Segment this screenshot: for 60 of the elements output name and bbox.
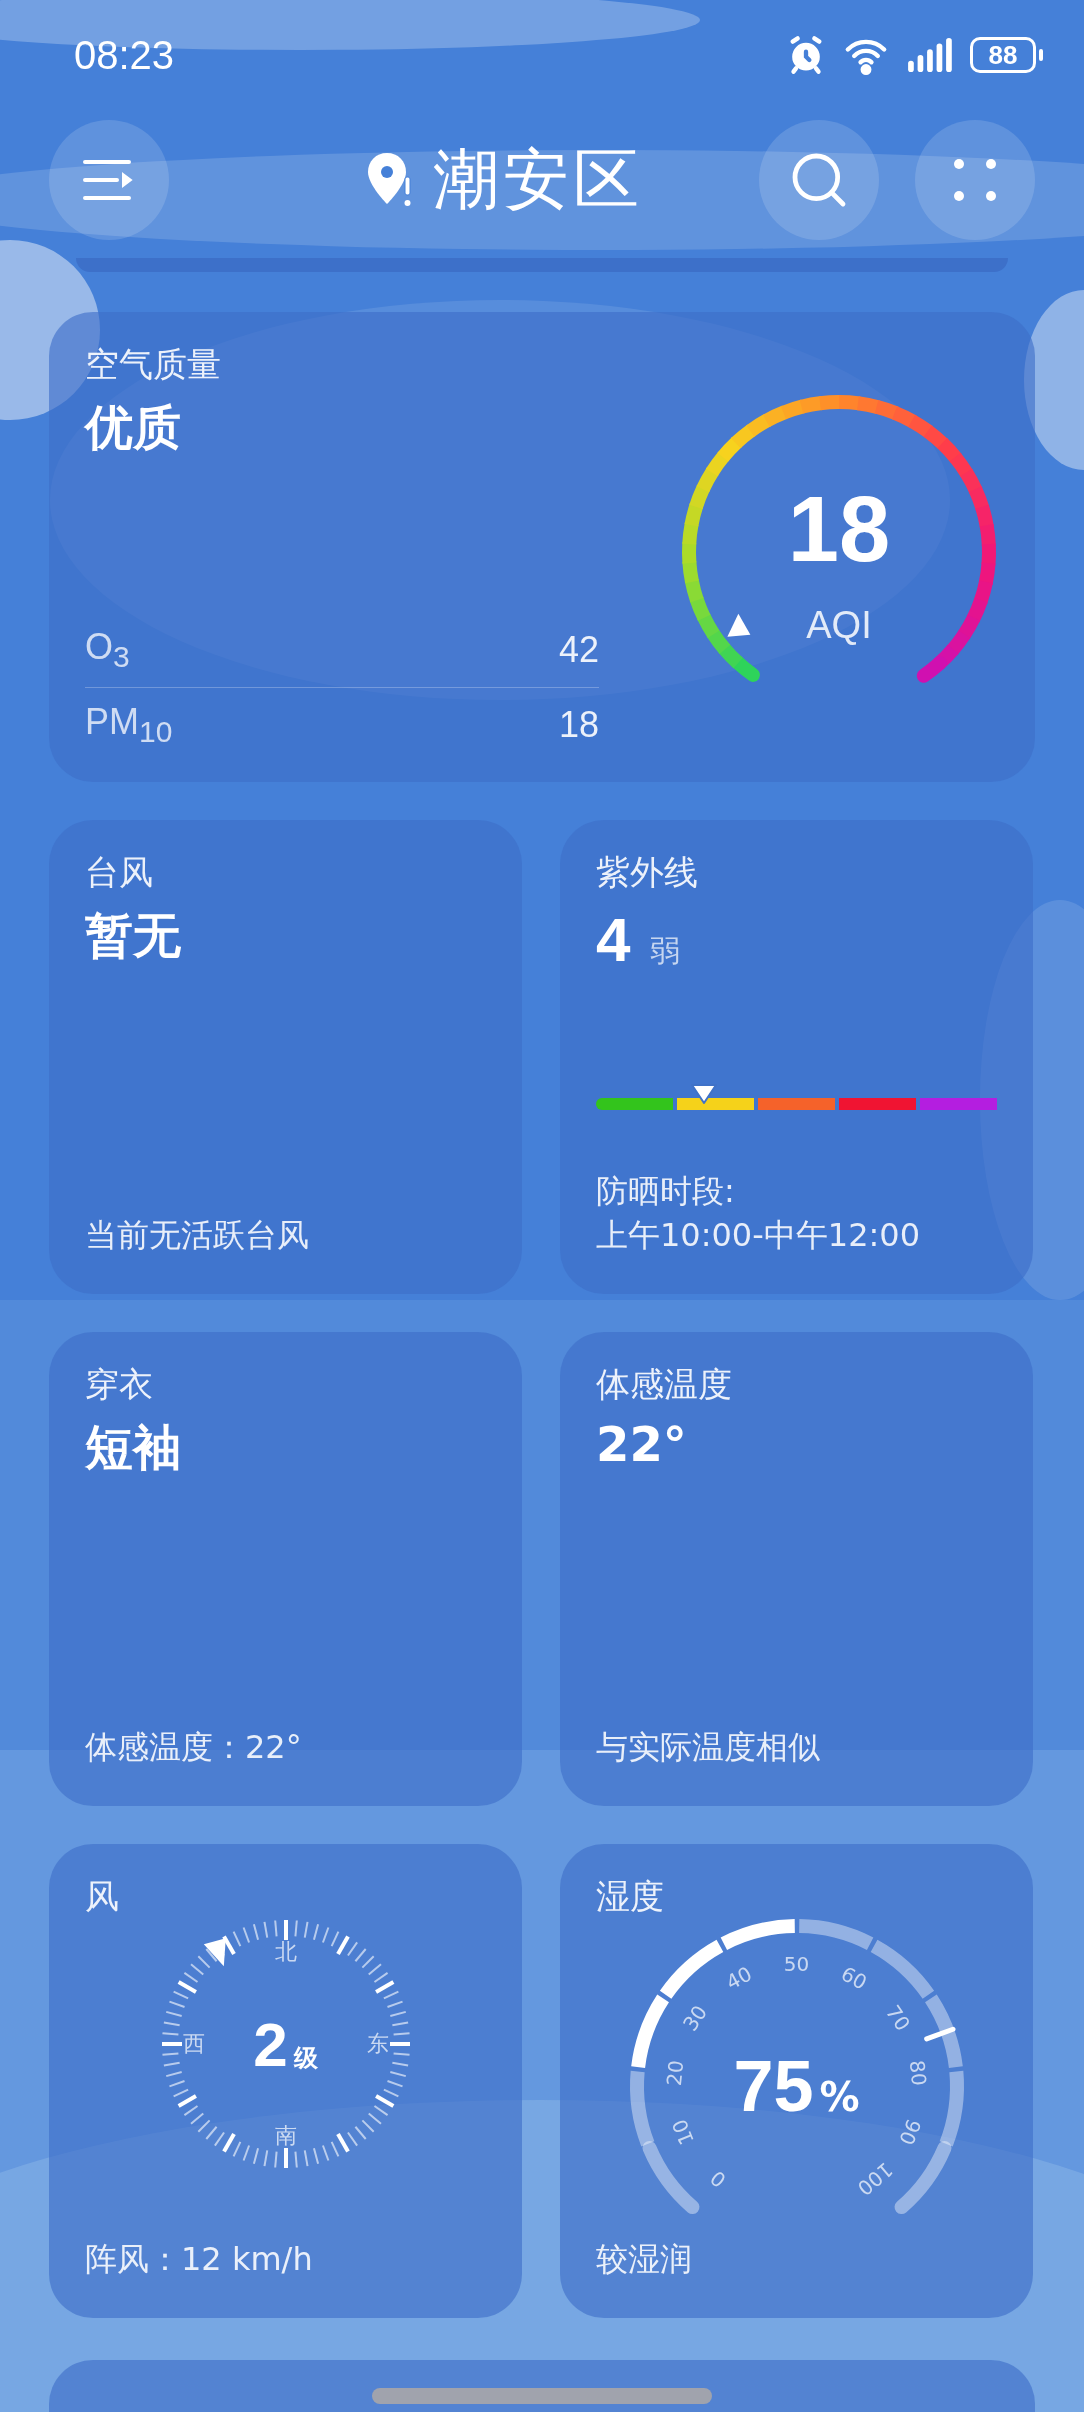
humidity-scale-label: 10 — [667, 2115, 700, 2148]
card-note: 体感温度：22° — [85, 1727, 303, 1768]
card-note: 较湿润 — [596, 2239, 693, 2280]
air-quality-rating: 优质 — [85, 398, 182, 457]
weather-card[interactable]: 台风 暂无 当前无活跃台风 — [49, 820, 522, 1294]
wind-unit: 级 — [293, 2042, 318, 2074]
dots-icon — [953, 158, 997, 202]
pollutant-value: 42 — [558, 629, 599, 671]
card-title: 湿度 — [596, 1875, 665, 1918]
aqi-marker — [727, 613, 751, 637]
humidity-scale-label: 40 — [722, 1961, 757, 1995]
card-title: 风 — [85, 1875, 120, 1918]
humidity-value: 75 — [733, 2045, 814, 2127]
battery-level: 88 — [970, 35, 1044, 75]
card-title: 体感温度 — [596, 1363, 733, 1406]
weather-card[interactable]: 体感温度 22° 与实际温度相似 — [560, 1332, 1033, 1806]
compass-direction: 西 — [182, 2030, 205, 2058]
humidity-card[interactable]: 湿度 0 10 20 30 40 50 60 70 80 90 100 75% 较湿润 — [560, 1844, 1033, 2318]
card-note: 阵风：12 km/h — [85, 2239, 314, 2280]
card-title: 台风 — [85, 851, 154, 894]
humidity-scale-label: 90 — [893, 2115, 926, 2148]
humidity-scale-label: 100 — [852, 2158, 898, 2201]
pollutant-name: PM$_{10}$ — [85, 700, 173, 750]
status-time: 08:23 — [74, 32, 175, 78]
humidity-scale-label: 30 — [678, 2000, 713, 2036]
humidity-scale-label: 60 — [836, 1961, 871, 1995]
pollutant-name: O$_{3}$ — [85, 625, 130, 675]
humidity-unit: % — [819, 2074, 860, 2120]
card-title: 穿衣 — [85, 1363, 154, 1406]
card-note: 防晒时段: — [596, 1171, 736, 1212]
air-quality-card[interactable]: 空气质量 优质 O$_{3}$ 42 PM$_{10}$ 18 18 AQI — [49, 312, 1035, 782]
humidity-scale-label: 20 — [661, 2059, 689, 2088]
card-title: 空气质量 — [85, 343, 222, 386]
uv-card[interactable]: 紫外线 4 弱 防晒时段: 上午10:00-中午12:00 — [560, 820, 1033, 1294]
location-name: 潮安区 — [433, 140, 643, 220]
card-note: 上午10:00-中午12:00 — [596, 1215, 921, 1256]
compass-direction: 东 — [366, 2030, 389, 2058]
humidity-marker — [923, 2026, 955, 2042]
card-title: 紫外线 — [596, 851, 699, 894]
aqi-value: 18 — [787, 477, 891, 582]
card-value: 暂无 — [85, 906, 182, 965]
weather-card[interactable]: 穿衣 短袖 体感温度：22° — [49, 1332, 522, 1806]
card-note: 与实际温度相似 — [596, 1727, 821, 1768]
wind-card[interactable]: 风 北 东 南 西 2 级 阵风：12 km/h — [49, 1844, 522, 2318]
card-value: 22° — [596, 1416, 688, 1472]
card-note: 当前无活跃台风 — [85, 1215, 310, 1256]
compass-direction: 北 — [274, 1938, 297, 1966]
pollutant-value: 18 — [558, 704, 599, 746]
aqi-label: AQI — [806, 604, 872, 647]
compass-direction: 南 — [274, 2122, 297, 2150]
signal-icon — [906, 36, 952, 74]
uv-level-text: 弱 — [650, 932, 681, 970]
humidity-scale-label: 0 — [705, 2166, 731, 2193]
humidity-scale-label: 50 — [783, 1952, 810, 1976]
wind-direction-arrow — [203, 1938, 226, 1967]
uv-index: 4 — [596, 904, 631, 975]
humidity-scale-label: 70 — [880, 2000, 915, 2036]
humidity-scale-label: 80 — [904, 2059, 932, 2088]
card-value: 短袖 — [85, 1418, 182, 1477]
wind-level: 2 — [253, 2008, 288, 2080]
